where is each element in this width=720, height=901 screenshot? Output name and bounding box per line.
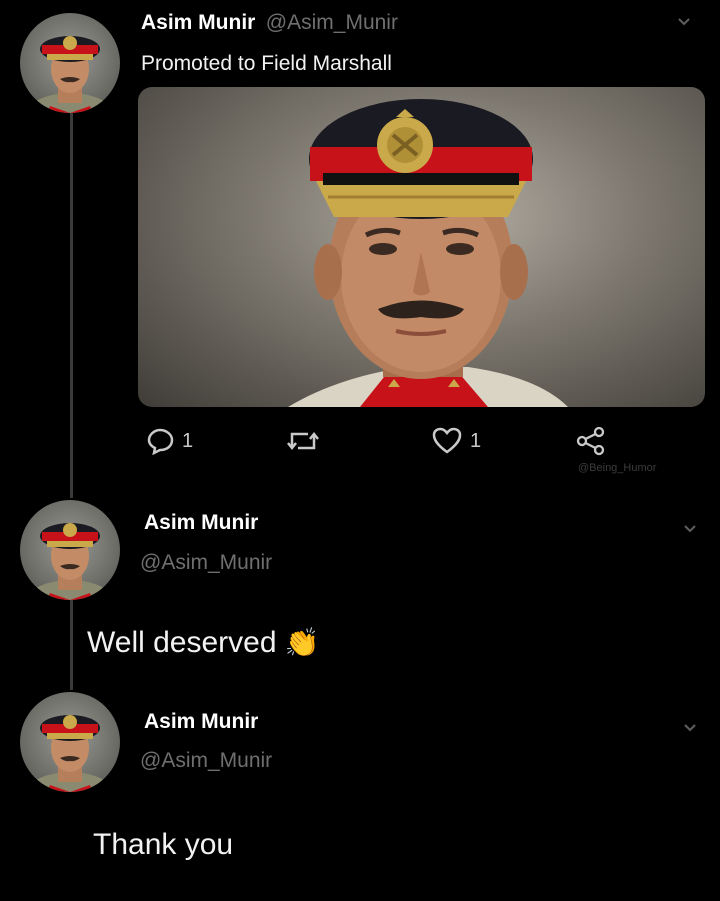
retweet-icon	[287, 431, 319, 451]
like-icon	[432, 427, 462, 454]
share-icon	[576, 426, 605, 456]
reply-icon	[147, 428, 174, 455]
chevron-down-icon[interactable]	[683, 522, 697, 536]
chevron-down-icon[interactable]	[677, 15, 691, 29]
reply-text: Well deserved 👏	[87, 626, 320, 660]
thread-line-2	[70, 600, 73, 690]
portrait-image	[288, 99, 568, 407]
thread-line-1	[70, 113, 73, 498]
reply-count: 1	[182, 429, 194, 452]
author-handle[interactable]: @Asim_Munir	[266, 11, 398, 34]
watermark: @Being_Humor	[578, 462, 657, 474]
tweet-text: Promoted to Field Marshall	[141, 52, 392, 75]
avatar[interactable]	[20, 692, 120, 792]
reply-action[interactable]: 1	[146, 424, 193, 458]
retweet-action[interactable]	[286, 424, 320, 458]
avatar[interactable]	[20, 500, 120, 600]
author-name[interactable]: Asim Munir	[141, 11, 255, 34]
author-name[interactable]: Asim Munir	[144, 710, 258, 734]
like-count: 1	[470, 429, 482, 452]
share-action[interactable]	[576, 424, 606, 458]
author-handle[interactable]: @Asim_Munir	[140, 749, 272, 773]
author-handle[interactable]: @Asim_Munir	[140, 551, 272, 575]
like-action[interactable]: 1	[432, 424, 481, 458]
clap-icon: 👏	[284, 627, 320, 658]
tweet-photo[interactable]	[138, 87, 705, 407]
author-name[interactable]: Asim Munir	[144, 511, 258, 535]
tweet-header: Asim Munir @Asim_Munir	[141, 11, 398, 35]
avatar[interactable]	[20, 13, 120, 113]
reply-text: Thank you	[93, 828, 234, 861]
chevron-down-icon[interactable]	[683, 721, 697, 735]
reply-text-content: Well deserved	[87, 626, 277, 659]
